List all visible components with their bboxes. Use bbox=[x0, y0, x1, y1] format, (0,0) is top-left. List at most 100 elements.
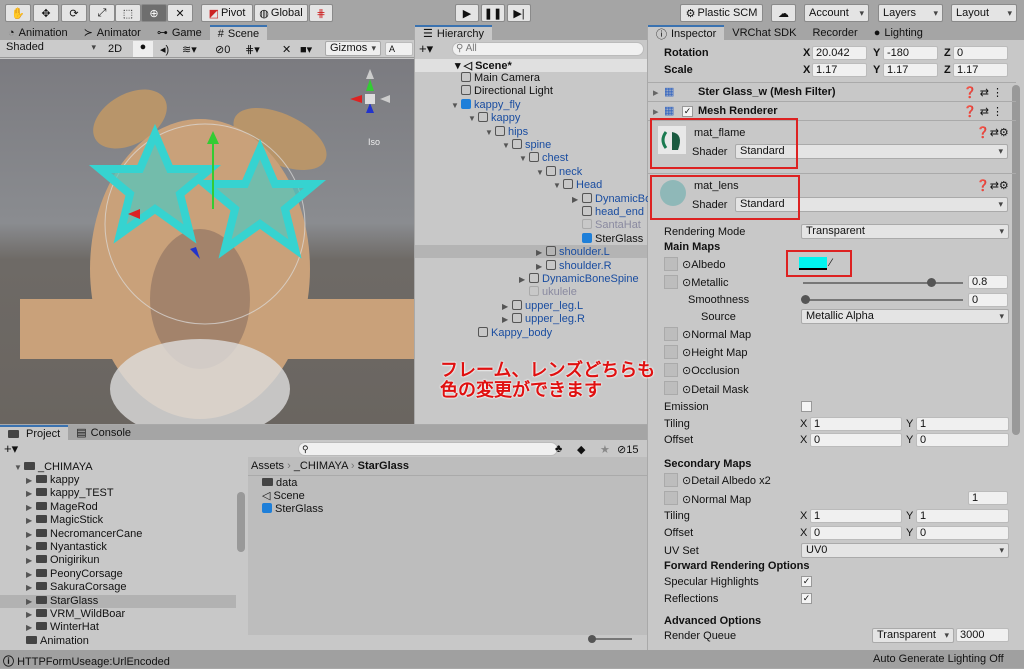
rotation-y-field[interactable]: -180 bbox=[883, 46, 938, 60]
emission-checkbox[interactable] bbox=[801, 401, 812, 412]
height-map-slot[interactable] bbox=[664, 345, 678, 359]
rotation-x-field[interactable]: 20.042 bbox=[812, 46, 867, 60]
render-queue-dropdown[interactable]: Transparent bbox=[872, 628, 954, 643]
detail-mask-slot[interactable] bbox=[664, 381, 678, 395]
asset-item[interactable]: SterGlass bbox=[262, 503, 323, 516]
folder-item[interactable]: ▶ NecromancerCane bbox=[0, 528, 236, 541]
cloud-button[interactable]: ☁ bbox=[771, 4, 796, 22]
tools-icon[interactable]: ✕ bbox=[282, 43, 291, 56]
hierarchy-search-input[interactable]: ⚲ All bbox=[452, 42, 644, 56]
gizmos-dropdown[interactable]: Gizmos bbox=[325, 41, 381, 56]
expand-arrow[interactable]: ▼ bbox=[553, 179, 563, 192]
audio-icon[interactable]: ◂) bbox=[160, 43, 169, 56]
scene-viewport[interactable]: Iso bbox=[0, 59, 414, 424]
custom-tool-button[interactable]: ✕ bbox=[167, 4, 193, 22]
icon-size-slider-thumb[interactable] bbox=[588, 635, 596, 643]
material-icons[interactable]: ❓⇄⚙ bbox=[976, 179, 1009, 192]
transform-tool-button[interactable]: ⊕ bbox=[141, 4, 167, 22]
pivot-toggle[interactable]: ◩ Pivot bbox=[201, 4, 253, 22]
expand-arrow[interactable]: ▶ bbox=[26, 595, 36, 608]
hierarchy-item[interactable]: ▼ kappy bbox=[468, 112, 520, 125]
tab-scene[interactable]: # Scene bbox=[209, 25, 268, 40]
folder-root[interactable]: ▼ _CHIMAYA bbox=[14, 461, 93, 474]
rotate-tool-button[interactable]: ⟳ bbox=[61, 4, 87, 22]
hierarchy-item[interactable]: ▶ upper_leg.R bbox=[502, 313, 585, 326]
mesh-filter-header[interactable]: ▸ ▦ Ster Glass_w (Mesh Filter) ❓ ⇄ ⋮ bbox=[648, 82, 1016, 100]
folder-item[interactable]: ▶ PeonyCorsage bbox=[0, 568, 236, 581]
mesh-renderer-header[interactable]: ▸ ▦ ✓ Mesh Renderer ❓ ⇄ ⋮ bbox=[648, 101, 1016, 119]
folder-item[interactable]: ▶ StarGlass bbox=[0, 594, 236, 608]
metallic-texture-slot[interactable] bbox=[664, 275, 678, 289]
tab-project[interactable]: Project bbox=[0, 425, 69, 440]
hierarchy-item[interactable]: Directional Light bbox=[451, 85, 553, 98]
tiling2-y-field[interactable]: 1 bbox=[916, 509, 1009, 523]
offset-x-field[interactable]: 0 bbox=[810, 433, 902, 447]
expand-arrow[interactable]: ▶ bbox=[26, 541, 36, 554]
asset-item[interactable]: data bbox=[262, 477, 297, 490]
expand-arrow[interactable]: ▶ bbox=[536, 246, 546, 259]
rendering-mode-dropdown[interactable]: Transparent bbox=[801, 224, 1009, 239]
detail-albedo-slot[interactable] bbox=[664, 473, 678, 487]
tiling-y-field[interactable]: 1 bbox=[916, 417, 1009, 431]
expand-arrow[interactable]: ▼ bbox=[451, 99, 461, 112]
breadcrumb-item[interactable]: StarGlass bbox=[358, 460, 409, 472]
scene-search-input[interactable]: A bbox=[385, 42, 413, 56]
rect-tool-button[interactable]: ⬚ bbox=[115, 4, 141, 22]
icon-size-slider[interactable] bbox=[590, 638, 632, 640]
lighting-status[interactable]: Auto Generate Lighting Off bbox=[873, 653, 1004, 665]
pause-button[interactable]: ❚❚ bbox=[481, 4, 505, 22]
expand-arrow[interactable]: ▶ bbox=[26, 501, 36, 514]
lighting-toggle[interactable]: ● bbox=[133, 41, 153, 57]
metallic-field[interactable]: 0.8 bbox=[968, 275, 1008, 289]
hierarchy-item[interactable]: ▶ DynamicBoneSpine bbox=[519, 273, 639, 286]
add-button[interactable]: +▾ bbox=[419, 41, 433, 57]
folder-scrollbar[interactable] bbox=[237, 492, 245, 552]
expand-arrow[interactable]: ▼ bbox=[485, 126, 495, 139]
hierarchy-item[interactable]: ▼ kappy_fly bbox=[451, 98, 520, 112]
tab-animation[interactable]: ◔ Animation bbox=[0, 25, 76, 40]
hierarchy-item[interactable]: ▼ Head bbox=[553, 179, 602, 192]
tab-lighting[interactable]: ● Lighting bbox=[866, 25, 931, 40]
tab-animator[interactable]: ≻ Animator bbox=[76, 25, 149, 40]
create-button[interactable]: +▾ bbox=[4, 441, 18, 457]
tab-game[interactable]: ⊶ Game bbox=[149, 25, 210, 40]
hierarchy-item[interactable]: ukulele bbox=[519, 286, 577, 299]
detail-normal-scale-field[interactable]: 1 bbox=[968, 491, 1008, 505]
project-search-input[interactable]: ⚲ bbox=[298, 442, 558, 456]
expand-arrow[interactable]: ▶ bbox=[26, 528, 36, 541]
folder-item[interactable]: ▶ Nyantastick bbox=[0, 541, 236, 554]
occlusion-slot[interactable] bbox=[664, 363, 678, 377]
expand-arrow[interactable]: ▼ bbox=[536, 166, 546, 179]
expand-arrow[interactable]: ▶ bbox=[26, 474, 36, 487]
material-icons[interactable]: ❓⇄⚙ bbox=[976, 126, 1009, 139]
console-message[interactable]: ⓘ HTTPFormUseage:UrlEncoded bbox=[3, 653, 170, 669]
scale-z-field[interactable]: 1.17 bbox=[953, 63, 1008, 77]
move-tool-button[interactable]: ✥ bbox=[33, 4, 59, 22]
hand-tool-button[interactable]: ✋ bbox=[5, 4, 31, 22]
source-dropdown[interactable]: Metallic Alpha bbox=[801, 309, 1009, 324]
expand-arrow[interactable]: ▶ bbox=[26, 608, 36, 621]
scale-y-field[interactable]: 1.17 bbox=[883, 63, 938, 77]
metallic-slider-thumb[interactable] bbox=[927, 278, 936, 287]
expand-arrow[interactable]: ▶ bbox=[502, 300, 512, 313]
expand-arrow[interactable]: ▶ bbox=[26, 621, 36, 634]
plastic-scm-button[interactable]: ⚙ Plastic SCM bbox=[680, 4, 763, 22]
folder-item[interactable]: ▶ VRM_WildBoar bbox=[0, 608, 236, 621]
layers-dropdown[interactable]: Layers bbox=[878, 4, 943, 22]
filter-by-type-icon[interactable]: ♣ bbox=[555, 443, 562, 455]
expand-arrow[interactable]: ▶ bbox=[26, 568, 36, 581]
folder-item[interactable]: ▶ MageRod bbox=[0, 501, 236, 514]
expand-arrow[interactable]: ▶ bbox=[536, 260, 546, 273]
albedo-texture-slot[interactable] bbox=[664, 257, 678, 271]
hierarchy-item[interactable]: ▼ hips bbox=[485, 125, 528, 139]
offset-y-field[interactable]: 0 bbox=[916, 433, 1009, 447]
smoothness-field[interactable]: 0 bbox=[968, 293, 1008, 307]
scene-row[interactable]: ▾ ◁ Scene* bbox=[415, 59, 647, 72]
expand-arrow[interactable]: ▶ bbox=[26, 581, 36, 594]
offset2-y-field[interactable]: 0 bbox=[916, 526, 1009, 540]
snap-toggle[interactable]: ⋕ bbox=[309, 4, 333, 22]
tab-recorder[interactable]: Recorder bbox=[804, 25, 865, 40]
mesh-renderer-enabled-checkbox[interactable]: ✓ bbox=[682, 106, 693, 117]
layout-dropdown[interactable]: Layout bbox=[951, 4, 1017, 22]
hierarchy-item[interactable]: ▼ neck bbox=[536, 165, 582, 179]
